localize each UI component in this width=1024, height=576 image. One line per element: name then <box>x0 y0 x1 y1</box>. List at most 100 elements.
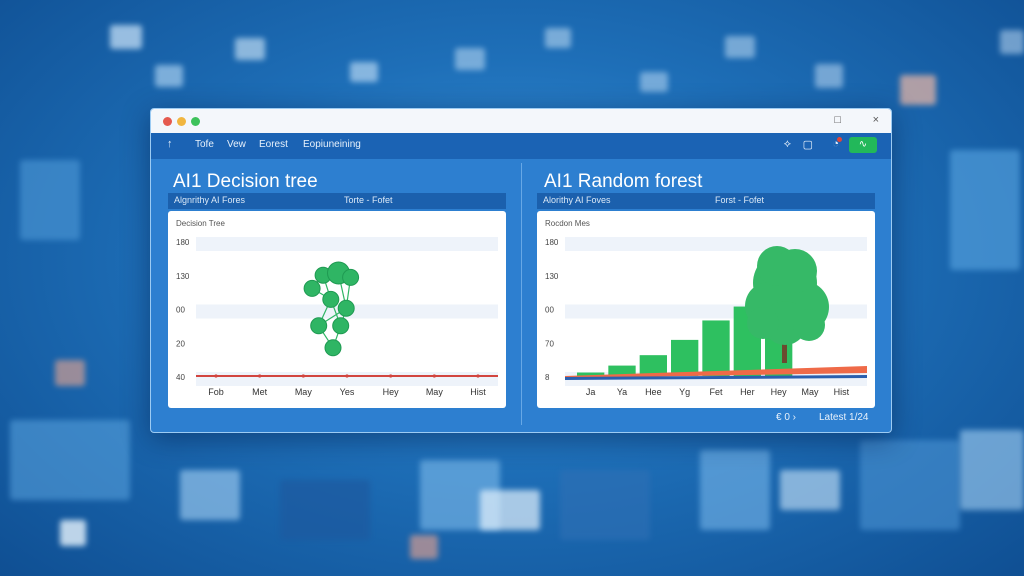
chart-title: Decision Tree <box>176 219 225 228</box>
right-subheader: Alorithy AI Foves Forst - Fofet <box>537 193 875 209</box>
x-tick-label: Fet <box>709 387 723 397</box>
tree-node <box>337 299 355 317</box>
restore-button[interactable]: □ <box>834 114 841 126</box>
background-tile <box>545 28 571 48</box>
background-tile <box>960 430 1024 510</box>
background-tile <box>860 440 960 530</box>
grid-band <box>565 270 867 285</box>
y-tick-label: 00 <box>545 306 554 315</box>
x-tick-label: Hist <box>470 387 486 397</box>
app-window: □ × ↑ Tofe Vew Eorest Eopiuneining ⟡ ▢ ◔… <box>150 108 892 433</box>
close-dot[interactable] <box>163 117 172 126</box>
background-tile <box>725 36 755 58</box>
tree-node <box>322 290 340 308</box>
y-tick-label: 20 <box>176 339 185 348</box>
x-tick-label: Yes <box>340 387 355 397</box>
left-subheader-right: Torte - Fofet <box>344 195 393 205</box>
menu-item-4[interactable]: Eopiuneining <box>303 139 361 150</box>
background-tile <box>815 64 843 88</box>
minimize-dot[interactable] <box>177 117 186 126</box>
background-tile <box>410 535 438 559</box>
y-tick-label: 00 <box>176 306 185 315</box>
data-point <box>301 374 305 378</box>
footer-status: Latest 1/24 <box>819 412 869 423</box>
tree-foliage <box>773 249 817 293</box>
data-point <box>389 374 393 378</box>
menu-item-1[interactable]: Tofe <box>195 139 214 150</box>
x-tick-label: Hee <box>645 387 662 397</box>
background-tile <box>55 360 85 386</box>
grid-band <box>565 237 867 251</box>
x-tick-label: Fob <box>208 387 224 397</box>
grid-band <box>196 372 498 386</box>
y-tick-label: 70 <box>545 339 554 348</box>
background-tile <box>950 150 1020 270</box>
right-subheader-right: Forst - Fofet <box>715 195 765 205</box>
background-tile <box>700 450 770 530</box>
status-button[interactable]: ∿ <box>849 137 877 153</box>
background-tile <box>900 75 936 105</box>
x-tick-label: Met <box>252 387 268 397</box>
x-tick-label: May <box>295 387 313 397</box>
chart-title: Rocdon Mes <box>545 219 590 228</box>
background-tile <box>780 470 840 510</box>
decision-tree-chart: Decision Tree 180 130 00 20 40 Fob Met May Yes Hey… <box>176 219 498 397</box>
y-tick-label: 130 <box>545 272 559 281</box>
tree-foliage <box>747 307 779 339</box>
y-tick-label: 180 <box>545 238 559 247</box>
background-tile <box>560 470 650 540</box>
background-tile <box>10 420 130 500</box>
close-button[interactable]: × <box>873 114 879 126</box>
tree-node <box>324 339 342 357</box>
settings-icon[interactable]: ⟡ <box>784 138 791 151</box>
x-tick-label: Hey <box>771 387 788 397</box>
x-tick-label: Ya <box>617 387 627 397</box>
toolbar: ↑ Tofe Vew Eorest Eopiuneining ⟡ ▢ ◔ ∿ <box>151 133 891 159</box>
random-forest-chart: Rocdon Mes 180 130 00 70 8 Ja Ya Hee Yg Fet Her Hey M… <box>545 219 867 397</box>
y-tick-label: 180 <box>176 238 190 247</box>
tree-foliage <box>793 309 825 341</box>
x-tick-label: May <box>426 387 444 397</box>
background-tile <box>640 72 668 92</box>
x-tick-label: Hist <box>834 387 850 397</box>
background-tile <box>350 62 378 82</box>
maximize-dot[interactable] <box>191 117 200 126</box>
x-tick-label: Yg <box>679 387 690 397</box>
notification-icon[interactable]: ◔ <box>832 137 842 150</box>
background-tile <box>455 48 485 70</box>
background-tile <box>280 480 370 540</box>
box-icon[interactable]: ▢ <box>803 138 813 151</box>
background-tile <box>20 160 80 240</box>
x-tick-label: Ja <box>586 387 596 397</box>
tree-node <box>342 268 360 286</box>
data-point <box>258 374 262 378</box>
background-tile <box>110 25 142 49</box>
y-tick-label: 130 <box>176 272 190 281</box>
background-tile <box>235 38 265 60</box>
title-bar: □ × <box>151 109 891 133</box>
tree-node <box>310 317 328 335</box>
bar <box>702 320 730 376</box>
x-tick-label: Hey <box>383 387 400 397</box>
bar <box>671 339 699 376</box>
x-tick-label: Her <box>740 387 755 397</box>
tree-node <box>332 317 350 335</box>
background-tile <box>60 520 86 546</box>
right-panel-title: AI1 Random forest <box>544 171 703 192</box>
y-tick-label: 8 <box>545 373 550 382</box>
menu-item-3[interactable]: Eorest <box>259 139 288 150</box>
data-point <box>476 374 480 378</box>
pagination[interactable]: € 0 › <box>776 412 796 423</box>
data-point <box>214 374 218 378</box>
left-subheader-left: Algnrithy AI Fores <box>174 195 246 205</box>
arrow-up-icon[interactable]: ↑ <box>167 138 173 150</box>
x-tick-label: May <box>801 387 819 397</box>
left-subheader: Algnrithy AI Fores Torte - Fofet <box>168 193 506 209</box>
data-point <box>345 374 349 378</box>
data-point <box>432 374 436 378</box>
menu-item-2[interactable]: Vew <box>227 139 246 150</box>
background-tile <box>480 490 540 530</box>
left-panel-title: AI1 Decision tree <box>173 171 318 192</box>
background-tile <box>180 470 240 520</box>
random-forest-chart-card: Rocdon Mes 180 130 00 70 8 Ja Ya Hee Yg Fet Her Hey M… <box>537 211 875 408</box>
